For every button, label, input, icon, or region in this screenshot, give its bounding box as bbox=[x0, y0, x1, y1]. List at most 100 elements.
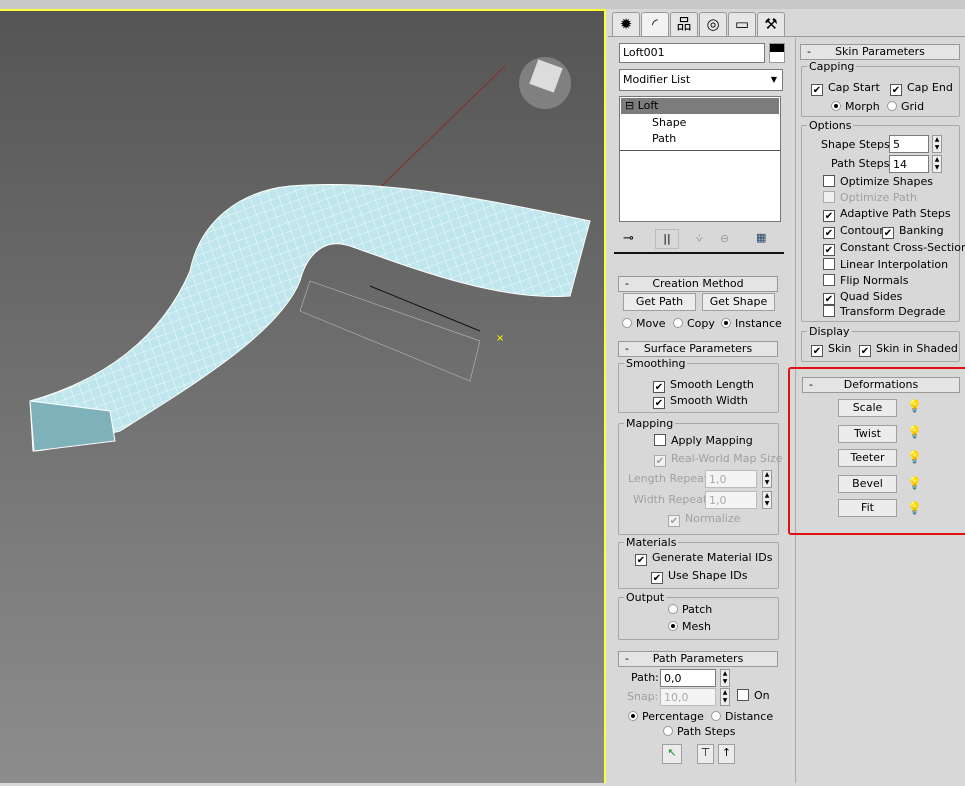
scale-button[interactable]: Scale bbox=[838, 399, 897, 417]
patch-radio[interactable]: Patch bbox=[668, 603, 712, 616]
morph-radio[interactable]: Morph bbox=[831, 100, 880, 113]
width-repeat-spinner[interactable]: ▲ ▼ bbox=[762, 491, 772, 509]
snap-on-checkbox[interactable]: On bbox=[737, 689, 770, 702]
skin-in-shaded-checkbox[interactable]: ✔ Skin in Shaded bbox=[859, 342, 958, 357]
bevel-toggle-bulb-icon[interactable]: 💡 bbox=[907, 476, 922, 490]
cap-start-checkbox[interactable]: ✔ Cap Start bbox=[811, 81, 880, 96]
transform-degrade-checkbox[interactable]: Transform Degrade bbox=[823, 305, 945, 318]
bevel-button[interactable]: Bevel bbox=[838, 475, 897, 493]
twist-button[interactable]: Twist bbox=[838, 425, 897, 443]
perspective-viewport[interactable]: × bbox=[0, 9, 606, 783]
stack-item-path[interactable]: Path bbox=[620, 131, 780, 147]
width-repeat-input[interactable]: 1,0 bbox=[705, 491, 757, 509]
twist-toggle-bulb-icon[interactable]: 💡 bbox=[907, 425, 922, 439]
fit-toggle-bulb-icon[interactable]: 💡 bbox=[907, 501, 922, 515]
modifier-list-label: Modifier List bbox=[623, 73, 691, 86]
create-tab[interactable]: ✹ bbox=[612, 12, 640, 36]
shape-steps-input[interactable]: 5 bbox=[889, 135, 929, 153]
cap-end-checkbox[interactable]: ✔ Cap End bbox=[890, 81, 953, 96]
shape-steps-spinner[interactable]: ▲ ▼ bbox=[932, 135, 942, 153]
path-spinner[interactable]: ▲ ▼ bbox=[720, 669, 730, 687]
get-shape-button[interactable]: Get Shape bbox=[702, 293, 775, 311]
use-shape-ids-checkbox[interactable]: ✔ Use Shape IDs bbox=[651, 569, 747, 584]
make-unique-icon[interactable]: ⩒ bbox=[696, 232, 703, 246]
previous-shape-icon[interactable]: ⊤ bbox=[697, 744, 714, 764]
next-shape-icon[interactable]: ↑ bbox=[718, 744, 735, 764]
materials-label: Materials bbox=[624, 536, 679, 549]
contour-checkbox[interactable]: ✔ Contour bbox=[823, 224, 884, 239]
optimize-path-checkbox[interactable]: Optimize Path bbox=[823, 191, 917, 204]
top-bar bbox=[0, 0, 965, 9]
remove-modifier-icon[interactable]: ⊖ bbox=[720, 232, 729, 246]
modifier-list-dropdown[interactable]: Modifier List ▼ bbox=[619, 69, 783, 91]
modify-tab[interactable]: ◜ bbox=[641, 12, 669, 36]
linear-interpolation-checkbox[interactable]: Linear Interpolation bbox=[823, 258, 948, 271]
grid-radio[interactable]: Grid bbox=[887, 100, 924, 113]
capping-label: Capping bbox=[807, 60, 857, 73]
stack-item-label: Loft bbox=[637, 99, 659, 112]
width-repeat-label: Width Repeat: bbox=[633, 493, 711, 506]
display-tab[interactable]: ▭ bbox=[728, 12, 756, 36]
stack-item-loft[interactable]: ⊟ Loft bbox=[621, 98, 779, 114]
get-path-button[interactable]: Get Path bbox=[623, 293, 696, 311]
modifier-stack[interactable]: ⊟ Loft Shape Path bbox=[619, 96, 781, 222]
chevron-down-icon: ▼ bbox=[770, 75, 777, 84]
length-repeat-input[interactable]: 1,0 bbox=[705, 470, 757, 488]
smooth-width-checkbox[interactable]: ✔ Smooth Width bbox=[653, 394, 748, 409]
banking-checkbox[interactable]: ✔ Banking bbox=[882, 224, 944, 239]
snap-spinner[interactable]: ▲ ▼ bbox=[720, 688, 730, 706]
path-steps-spinner[interactable]: ▲ ▼ bbox=[932, 155, 942, 173]
constant-cross-section-checkbox[interactable]: ✔ Constant Cross-Section bbox=[823, 241, 965, 256]
mesh-radio[interactable]: Mesh bbox=[668, 620, 711, 633]
pick-shape-icon[interactable]: ↖ bbox=[662, 744, 682, 764]
path-parameters-rollout-header[interactable]: - Path Parameters bbox=[618, 651, 778, 667]
snap-label: Snap: bbox=[627, 690, 659, 703]
skin-parameters-rollout-header[interactable]: - Skin Parameters bbox=[800, 44, 960, 60]
adaptive-path-steps-checkbox[interactable]: ✔ Adaptive Path Steps bbox=[823, 207, 951, 222]
object-color-swatch[interactable] bbox=[769, 43, 785, 63]
fit-button[interactable]: Fit bbox=[838, 499, 897, 517]
flip-normals-checkbox[interactable]: Flip Normals bbox=[823, 274, 908, 287]
teeter-button[interactable]: Teeter bbox=[838, 449, 897, 467]
show-end-result-icon[interactable]: || bbox=[655, 229, 679, 249]
output-label: Output bbox=[624, 591, 667, 604]
shape-steps-label: Shape Steps: bbox=[821, 138, 894, 151]
length-repeat-spinner[interactable]: ▲ ▼ bbox=[762, 470, 772, 488]
rollout-title: Creation Method bbox=[652, 277, 744, 290]
display-label: Display bbox=[807, 325, 852, 338]
hierarchy-tab[interactable]: 品 bbox=[670, 12, 698, 36]
smooth-length-checkbox[interactable]: ✔ Smooth Length bbox=[653, 378, 754, 393]
skin-checkbox[interactable]: ✔ Skin bbox=[811, 342, 851, 357]
divider bbox=[614, 252, 784, 254]
generate-material-ids-checkbox[interactable]: ✔ Generate Material IDs bbox=[635, 551, 773, 566]
path-steps-label: Path Steps: bbox=[831, 157, 894, 170]
creation-method-rollout-header[interactable]: - Creation Method bbox=[618, 276, 778, 292]
path-label: Path: bbox=[631, 671, 659, 684]
path-input[interactable]: 0,0 bbox=[660, 669, 716, 687]
real-world-map-size-checkbox[interactable]: ✔ Real-World Map Size bbox=[654, 452, 783, 467]
optimize-shapes-checkbox[interactable]: Optimize Shapes bbox=[823, 175, 933, 188]
pin-stack-icon[interactable]: ⊸ bbox=[623, 232, 634, 246]
instance-radio[interactable]: Instance bbox=[721, 317, 782, 330]
path-steps-input[interactable]: 14 bbox=[889, 155, 929, 173]
deformations-rollout-header[interactable]: - Deformations bbox=[802, 377, 960, 393]
distance-radio[interactable]: Distance bbox=[711, 710, 773, 723]
normalize-checkbox[interactable]: ✔ Normalize bbox=[668, 512, 740, 527]
teeter-toggle-bulb-icon[interactable]: 💡 bbox=[907, 450, 922, 464]
percentage-radio[interactable]: Percentage bbox=[628, 710, 704, 723]
surface-parameters-rollout-header[interactable]: - Surface Parameters bbox=[618, 341, 778, 357]
quad-sides-checkbox[interactable]: ✔ Quad Sides bbox=[823, 290, 902, 305]
motion-tab[interactable]: ◎ bbox=[699, 12, 727, 36]
divider bbox=[608, 36, 965, 37]
svg-text:×: × bbox=[496, 333, 504, 344]
path-steps-radio[interactable]: Path Steps bbox=[663, 725, 735, 738]
copy-radio[interactable]: Copy bbox=[673, 317, 715, 330]
move-radio[interactable]: Move bbox=[622, 317, 666, 330]
apply-mapping-checkbox[interactable]: Apply Mapping bbox=[654, 434, 753, 447]
configure-modifier-sets-icon[interactable]: ▦ bbox=[756, 231, 766, 245]
utilities-tab[interactable]: ⚒ bbox=[757, 12, 785, 36]
snap-input[interactable]: 10,0 bbox=[660, 688, 716, 706]
stack-item-shape[interactable]: Shape bbox=[620, 115, 780, 131]
scale-toggle-bulb-icon[interactable]: 💡 bbox=[907, 399, 922, 413]
object-name-input[interactable]: Loft001 bbox=[619, 43, 765, 63]
